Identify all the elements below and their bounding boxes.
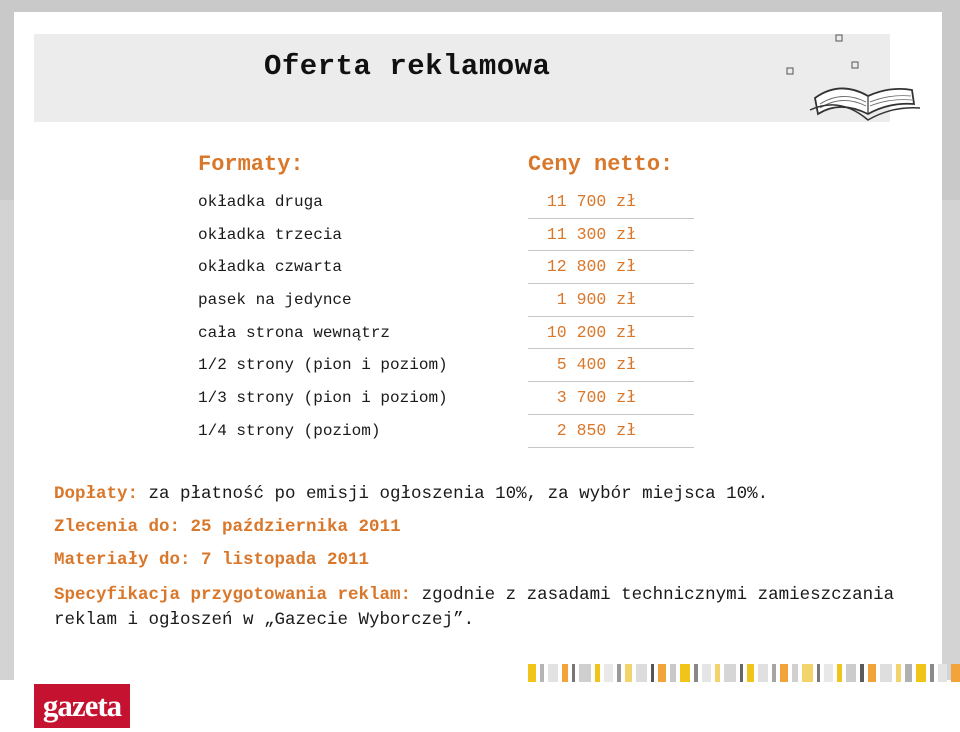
materials-deadline: 7 listopada 2011 — [190, 550, 370, 570]
open-book-icon — [786, 34, 921, 121]
price-item: 11 300 zł — [528, 219, 694, 252]
materials-line: Materiały do: 7 listopada 2011 — [54, 550, 369, 570]
formats-list: okładka druga okładka trzecia okładka cz… — [198, 186, 448, 448]
surcharges-line: Dopłaty: za płatność po emisji ogłoszeni… — [54, 484, 768, 504]
surcharges-text: za płatność po emisji ogłoszenia 10%, za… — [138, 484, 769, 504]
decorative-stripes — [528, 664, 960, 682]
format-item: pasek na jedynce — [198, 291, 352, 310]
format-item: cała strona wewnątrz — [198, 323, 391, 342]
price-item: 3 700 zł — [528, 382, 694, 415]
format-item: okładka trzecia — [198, 225, 343, 244]
orders-deadline: 25 października 2011 — [180, 517, 401, 537]
specification-label: Specyfikacja przygotowania reklam: — [54, 585, 412, 605]
format-item: 1/3 strony (pion i poziom) — [198, 389, 448, 408]
orders-label: Zlecenia do: — [54, 517, 181, 537]
format-item: okładka druga — [198, 193, 323, 211]
page-title: Oferta reklamowa — [264, 50, 551, 83]
price-item: 1 900 zł — [528, 284, 694, 317]
footer — [0, 680, 960, 732]
format-item: 1/4 strony (poziom) — [198, 421, 381, 440]
price-item: 11 700 zł — [528, 186, 694, 219]
gazeta-logo: gazeta — [34, 684, 130, 728]
surcharges-label: Dopłaty: — [54, 484, 139, 504]
specification-line: Specyfikacja przygotowania reklam: zgodn… — [54, 583, 914, 633]
format-item: okładka czwarta — [198, 258, 343, 277]
prices-list: 11 700 zł 11 300 zł 12 800 zł 1 900 zł 1… — [528, 186, 694, 448]
prices-heading: Ceny netto: — [528, 152, 674, 177]
materials-label: Materiały do: — [54, 550, 191, 570]
price-item: 10 200 zł — [528, 317, 694, 350]
price-item: 5 400 zł — [528, 349, 694, 383]
formats-heading: Formaty: — [198, 152, 304, 177]
orders-line: Zlecenia do: 25 października 2011 — [54, 517, 401, 537]
price-item: 12 800 zł — [528, 251, 694, 285]
format-item: 1/2 strony (pion i poziom) — [198, 356, 448, 375]
price-item: 2 850 zł — [528, 415, 694, 448]
